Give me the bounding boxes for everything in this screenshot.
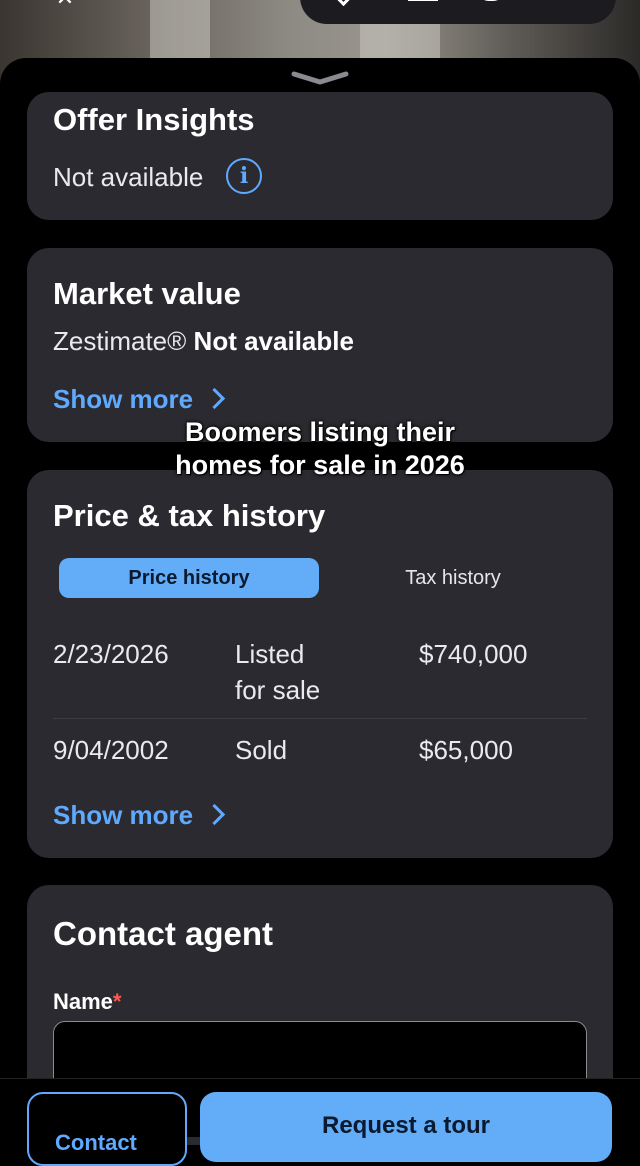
top-action-pill — [300, 0, 616, 24]
history-event: Listed for sale — [235, 636, 320, 708]
history-event-line: for sale — [235, 675, 321, 705]
offer-insights-title: Offer Insights — [53, 102, 255, 137]
more-icon[interactable] — [476, 0, 506, 1]
name-label-text: Name — [53, 989, 113, 1014]
tab-price-history[interactable]: Price history — [59, 558, 319, 598]
history-event: Sold — [235, 735, 288, 765]
market-value-card: Market value Zestimate® Not available Sh… — [27, 248, 613, 442]
show-more-label: Show more — [53, 800, 194, 830]
collapse-chevron-icon[interactable] — [290, 70, 350, 86]
contact-button[interactable]: Contact — [27, 1092, 187, 1166]
history-date: 9/04/2002 — [53, 735, 169, 765]
caption-line: homes for sale in 2026 — [175, 450, 465, 480]
table-row: 9/04/2002 Sold $65,000 — [53, 732, 587, 772]
offer-insights-card: Offer Insights Not available i — [27, 92, 613, 220]
contact-agent-title: Contact agent — [53, 915, 274, 952]
request-tour-button[interactable]: Request a tour — [200, 1092, 612, 1162]
video-caption: Boomers listing their homes for sale in … — [0, 416, 640, 482]
history-event-line: Listed — [235, 639, 305, 669]
contact-button-label: Contact — [55, 1130, 137, 1155]
history-date: 2/23/2026 — [53, 639, 169, 669]
history-price: $65,000 — [419, 735, 513, 765]
row-divider — [53, 718, 587, 719]
price-history-show-more-link[interactable]: Show more — [53, 800, 226, 831]
photo-detail — [150, 0, 210, 60]
show-more-label: Show more — [53, 384, 194, 414]
zestimate-row: Zestimate® Not available — [53, 326, 354, 357]
caption-line: Boomers listing their — [184, 417, 456, 447]
name-field-label: Name* — [53, 989, 121, 1015]
share-icon[interactable] — [408, 0, 438, 1]
price-tax-history-card: Price & tax history Price history Tax hi… — [27, 470, 613, 858]
history-price: $740,000 — [419, 639, 528, 669]
close-icon[interactable]: ✕ — [48, 0, 82, 9]
info-icon[interactable]: i — [226, 158, 262, 194]
price-tax-history-title: Price & tax history — [53, 498, 326, 533]
heart-icon[interactable] — [332, 0, 355, 7]
market-value-show-more-link[interactable]: Show more — [53, 384, 226, 415]
required-mark: * — [112, 989, 122, 1014]
zestimate-value: Not available — [193, 326, 354, 356]
chevron-right-icon — [204, 387, 226, 410]
market-value-title: Market value — [53, 276, 241, 311]
zestimate-label: Zestimate® — [53, 326, 187, 356]
tab-tax-history[interactable]: Tax history — [323, 558, 583, 598]
chevron-right-icon — [204, 803, 226, 826]
offer-insights-status: Not available — [53, 162, 204, 192]
table-row: 2/23/2026 Listed for sale $740,000 — [53, 636, 587, 716]
